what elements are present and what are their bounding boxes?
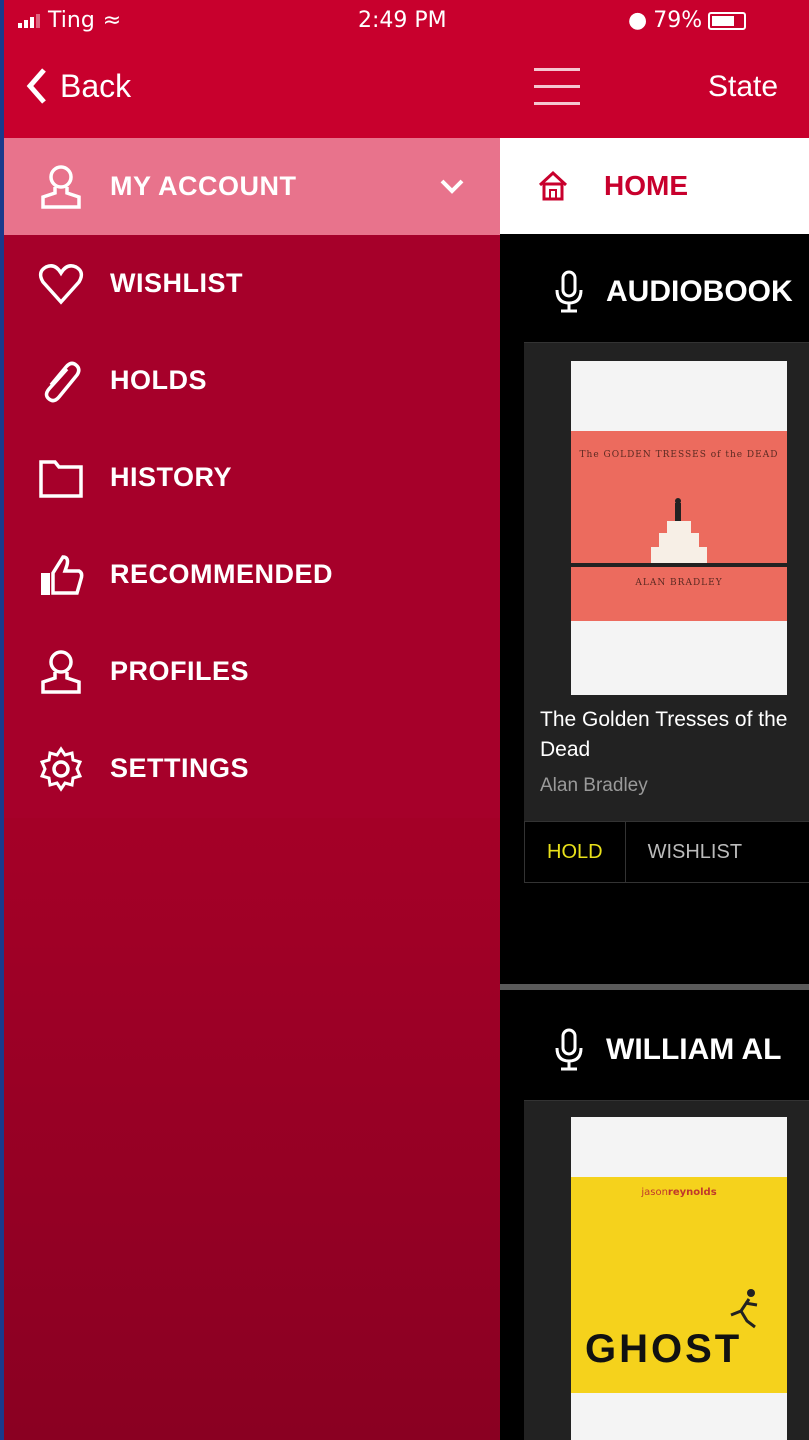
drawer-menu: MY ACCOUNT WISHLIST HOLDS HISTORY RECOMM… bbox=[4, 138, 500, 818]
microphone-icon bbox=[555, 270, 583, 313]
menu-item-profiles[interactable]: PROFILES bbox=[4, 623, 500, 720]
section-title: WILLIAM AL bbox=[606, 1033, 782, 1066]
cover-author-text: ALAN BRADLEY bbox=[635, 578, 723, 588]
page-title: State bbox=[708, 70, 779, 103]
heart-icon bbox=[36, 259, 86, 309]
menu-item-label: WISHLIST bbox=[110, 268, 243, 298]
cover-stripe bbox=[571, 563, 787, 567]
menu-item-holds[interactable]: HOLDS bbox=[4, 332, 500, 429]
hamburger-menu-icon[interactable] bbox=[534, 68, 580, 106]
main-screen: ● 79% State HOME AUDIOBOOK The GOLDEN TR bbox=[500, 0, 809, 1440]
battery-icon bbox=[708, 11, 747, 30]
home-nav[interactable]: HOME bbox=[500, 138, 809, 234]
wishlist-button[interactable]: WISHLIST bbox=[626, 822, 764, 882]
status-bar-left: Ting ≈ bbox=[18, 8, 121, 33]
section-header-audiobook: AUDIOBOOK bbox=[554, 270, 793, 314]
back-label: Back bbox=[60, 67, 132, 104]
book-title[interactable]: The Golden Tresses of the Dead bbox=[540, 705, 809, 765]
book-cover[interactable]: jasonreynolds GHOST bbox=[571, 1117, 787, 1440]
menu-item-wishlist[interactable]: WISHLIST bbox=[4, 235, 500, 332]
section-title: AUDIOBOOK bbox=[606, 275, 793, 308]
back-button[interactable]: Back bbox=[24, 66, 131, 106]
section-header-second: WILLIAM AL bbox=[554, 1028, 782, 1072]
status-bar-right: ● 79% bbox=[628, 8, 747, 33]
side-drawer: Ting ≈ 2:49 PM Back MY ACCOUNT WISHLIST bbox=[4, 0, 500, 1440]
menu-item-label: HISTORY bbox=[110, 462, 233, 492]
wifi-icon: ≈ bbox=[102, 8, 122, 33]
paperclip-icon bbox=[36, 356, 86, 406]
signal-icon bbox=[18, 13, 40, 28]
cover-title-text: GHOST bbox=[585, 1327, 743, 1371]
cover-art: The GOLDEN TRESSES of the DEAD ALAN BRAD… bbox=[571, 431, 787, 621]
menu-item-recommended[interactable]: RECOMMENDED bbox=[4, 526, 500, 623]
microphone-icon bbox=[555, 1028, 583, 1071]
book-cover[interactable]: The GOLDEN TRESSES of the DEAD ALAN BRAD… bbox=[571, 361, 787, 695]
menu-item-label: RECOMMENDED bbox=[110, 559, 334, 589]
alarm-icon: ● bbox=[628, 8, 648, 33]
user-icon bbox=[36, 647, 86, 697]
drawer-header: Ting ≈ 2:49 PM Back bbox=[4, 0, 500, 138]
chevron-left-icon bbox=[26, 68, 46, 104]
cover-title-text: The GOLDEN TRESSES of the DEAD bbox=[579, 450, 779, 460]
gear-icon bbox=[36, 744, 86, 794]
menu-item-label: PROFILES bbox=[110, 656, 250, 686]
home-label: HOME bbox=[604, 170, 688, 201]
menu-item-my-account[interactable]: MY ACCOUNT bbox=[4, 138, 500, 235]
cover-art: jasonreynolds GHOST bbox=[571, 1177, 787, 1393]
book-card[interactable]: jasonreynolds GHOST bbox=[524, 1100, 809, 1440]
folder-icon bbox=[36, 453, 86, 503]
runner-icon bbox=[730, 1289, 758, 1329]
battery-percent: 79% bbox=[653, 8, 703, 33]
book-actions: HOLD WISHLIST bbox=[524, 821, 809, 883]
menu-item-label: HOLDS bbox=[110, 365, 207, 395]
menu-item-settings[interactable]: SETTINGS bbox=[4, 720, 500, 817]
carrier-name: Ting bbox=[48, 8, 95, 33]
book-author[interactable]: Alan Bradley bbox=[540, 775, 648, 797]
menu-item-label: MY ACCOUNT bbox=[110, 171, 297, 201]
hold-button[interactable]: HOLD bbox=[525, 822, 626, 882]
menu-item-label: SETTINGS bbox=[110, 753, 250, 783]
home-icon bbox=[538, 170, 568, 201]
main-header: ● 79% State bbox=[500, 0, 809, 138]
status-time: 2:49 PM bbox=[358, 8, 447, 33]
book-card[interactable]: The GOLDEN TRESSES of the DEAD ALAN BRAD… bbox=[524, 342, 809, 883]
menu-item-history[interactable]: HISTORY bbox=[4, 429, 500, 526]
chevron-down-icon[interactable] bbox=[438, 172, 466, 200]
user-icon bbox=[36, 162, 86, 212]
wedding-cake-icon bbox=[651, 498, 707, 563]
thumbs-up-icon bbox=[36, 550, 86, 600]
cover-author-text: jasonreynolds bbox=[641, 1187, 717, 1198]
section-divider bbox=[500, 984, 809, 990]
